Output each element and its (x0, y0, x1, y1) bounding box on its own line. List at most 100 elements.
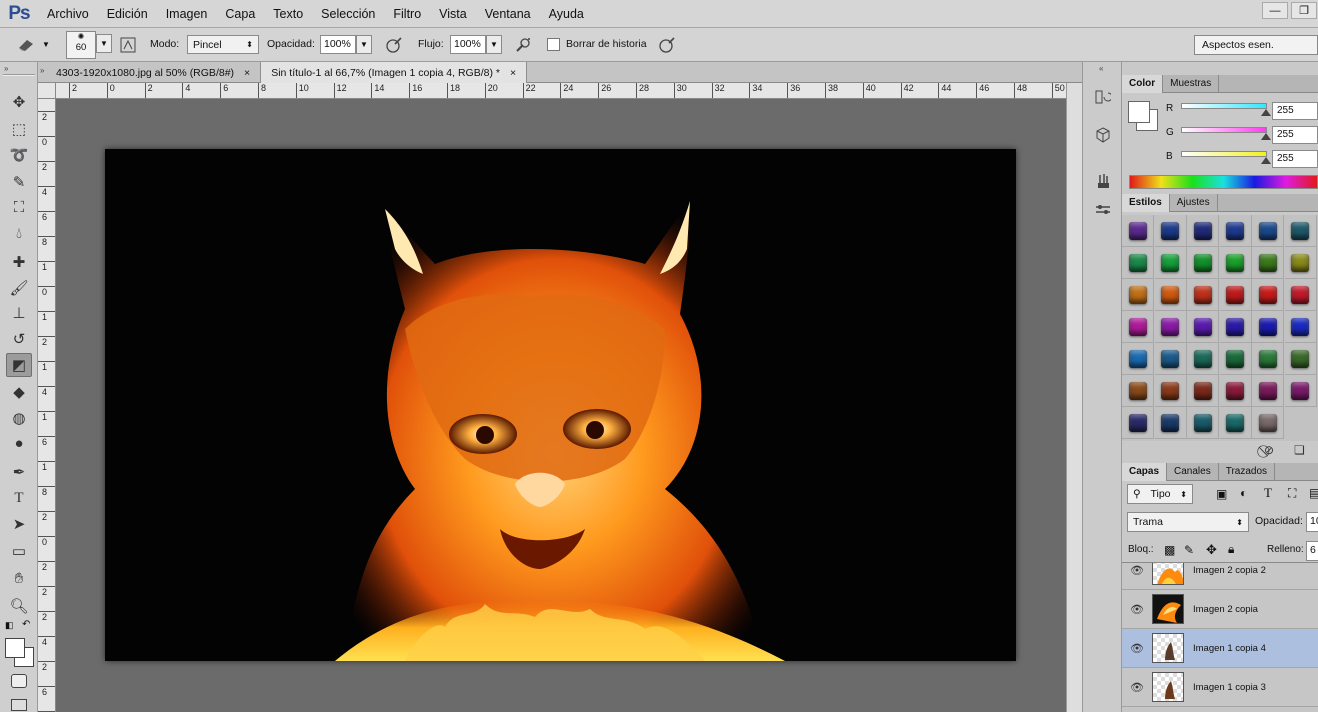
style-swatch[interactable] (1154, 247, 1187, 279)
eraser-tool-preset-icon[interactable] (14, 33, 38, 57)
lock-transparency-icon[interactable]: ▩ (1164, 543, 1175, 557)
style-swatch[interactable] (1219, 407, 1252, 439)
foreground-color-swatch[interactable] (1128, 101, 1150, 123)
menu-item-filtro[interactable]: Filtro (384, 0, 430, 28)
menu-item-ventana[interactable]: Ventana (476, 0, 540, 28)
flow-dropdown[interactable]: ▼ (486, 35, 502, 54)
document-tab-2[interactable]: Sin título-1 al 66,7% (Imagen 1 copia 4,… (261, 62, 528, 83)
move-tool-icon[interactable]: ✥ (6, 90, 32, 114)
style-swatch[interactable] (1252, 279, 1284, 311)
panel-tab-muestras[interactable]: Muestras (1163, 75, 1220, 93)
menu-item-texto[interactable]: Texto (264, 0, 312, 28)
lasso-tool-icon[interactable]: ➰ (6, 143, 32, 167)
hand-tool-icon[interactable]: ✋︎ (6, 566, 32, 590)
style-swatch[interactable] (1284, 375, 1317, 407)
brush-presets-icon[interactable] (1092, 198, 1114, 220)
style-swatch[interactable] (1187, 343, 1219, 375)
eye-icon[interactable]: 👁︎ (1122, 681, 1152, 694)
style-swatch[interactable] (1187, 215, 1219, 247)
style-swatch[interactable] (1284, 311, 1317, 343)
style-swatch[interactable] (1219, 247, 1252, 279)
style-swatch[interactable] (1154, 343, 1187, 375)
style-swatch[interactable] (1187, 247, 1219, 279)
color-spectrum-ramp[interactable] (1129, 175, 1318, 189)
foreground-color-chip[interactable] (5, 638, 25, 658)
blur-tool-icon[interactable]: ◍ (6, 406, 32, 430)
opacity-input[interactable]: 100% (320, 35, 356, 54)
slider-handle[interactable] (1261, 109, 1271, 116)
expand-arrows-icon[interactable]: » (40, 66, 44, 75)
style-swatch[interactable] (1252, 247, 1284, 279)
panel-tab-color[interactable]: Color (1122, 75, 1164, 93)
paint-bucket-icon[interactable]: ◆ (6, 380, 32, 404)
eye-icon[interactable]: 👁︎ (1122, 642, 1152, 655)
style-swatch[interactable] (1122, 343, 1154, 375)
style-swatch[interactable] (1187, 311, 1219, 343)
style-swatch[interactable] (1219, 343, 1252, 375)
dodge-tool-icon[interactable]: ● (6, 431, 32, 455)
chevron-down-icon[interactable]: ▼ (42, 40, 50, 49)
lock-position-icon[interactable]: ✥ (1206, 542, 1217, 558)
panel-tab-trazados[interactable]: Trazados (1219, 463, 1276, 481)
shape-layer-filter-icon[interactable]: ⛶ (1288, 486, 1296, 501)
menu-item-imagen[interactable]: Imagen (157, 0, 217, 28)
brush-size-picker[interactable]: ✺ 60 (66, 31, 96, 59)
quick-selection-icon[interactable]: ✎ (6, 170, 32, 194)
menu-item-vista[interactable]: Vista (430, 0, 476, 28)
pixel-layer-filter-icon[interactable]: ▣ (1216, 487, 1227, 501)
style-swatch[interactable] (1154, 407, 1187, 439)
airbrush-pressure-icon[interactable] (382, 33, 406, 57)
panel-tab-estilos[interactable]: Estilos (1122, 194, 1170, 212)
style-swatch[interactable] (1122, 279, 1154, 311)
eraser-tool-icon[interactable]: ◩ (6, 353, 32, 377)
lock-pixels-icon[interactable]: ✎ (1184, 543, 1194, 557)
document-canvas[interactable] (105, 149, 1016, 661)
layer-row[interactable]: 👁︎ Imagen 1 copia 3 (1122, 668, 1318, 707)
style-swatch[interactable] (1284, 279, 1317, 311)
mode-select[interactable]: Pincel ⬍ (187, 35, 259, 54)
style-swatch[interactable] (1219, 279, 1252, 311)
flow-input[interactable]: 100% (450, 35, 486, 54)
brush-picker-dropdown[interactable]: ▼ (96, 34, 112, 53)
style-swatch[interactable] (1252, 215, 1284, 247)
style-swatch[interactable] (1187, 375, 1219, 407)
crop-tool-icon[interactable]: ⛶ (6, 195, 32, 219)
slider-handle[interactable] (1261, 157, 1271, 164)
style-swatch[interactable] (1252, 407, 1284, 439)
type-tool-icon[interactable]: T (6, 486, 32, 510)
layer-row[interactable]: 👁︎ Imagen 2 copia (1122, 590, 1318, 629)
opacity-dropdown[interactable]: ▼ (356, 35, 372, 54)
no-style-icon[interactable]: ⊘ (1264, 443, 1274, 457)
menu-item-capa[interactable]: Capa (216, 0, 264, 28)
swap-colors-icon[interactable]: ↶ (22, 619, 30, 630)
layer-opacity-input[interactable]: 10 (1306, 512, 1318, 532)
pen-tool-icon[interactable]: ✒ (6, 460, 32, 484)
blend-mode-select[interactable]: Trama ⬍ (1127, 512, 1249, 532)
style-swatch[interactable] (1219, 215, 1252, 247)
style-swatch[interactable] (1154, 375, 1187, 407)
style-swatch[interactable] (1284, 215, 1317, 247)
style-swatch[interactable] (1187, 279, 1219, 311)
channel-value-b[interactable]: 255 (1272, 150, 1318, 168)
workspace-switcher[interactable]: Aspectos esen. (1194, 35, 1318, 55)
minimize-icon[interactable]: — (1262, 2, 1288, 19)
quick-mask-icon[interactable] (11, 674, 27, 688)
history-brush-icon[interactable]: ↺ (6, 327, 32, 351)
zoom-tool-icon[interactable]: 🔍︎ (6, 594, 32, 618)
collapse-arrows-icon[interactable]: » (4, 64, 8, 73)
document-tab-1[interactable]: 4303-1920x1080.jpg al 50% (RGB/8#) × (46, 62, 262, 83)
brush-tool-icon[interactable]: 🖌︎ (6, 276, 32, 300)
channel-value-r[interactable]: 255 (1272, 102, 1318, 120)
menu-item-edición[interactable]: Edición (98, 0, 157, 28)
3d-panel-icon[interactable] (1092, 124, 1114, 146)
toolbox-grip[interactable] (3, 74, 35, 76)
channel-slider-g[interactable] (1181, 127, 1267, 133)
collapse-arrows-icon[interactable]: « (1099, 64, 1103, 73)
style-swatch[interactable] (1154, 311, 1187, 343)
style-swatch[interactable] (1284, 247, 1317, 279)
airbrush-icon[interactable] (511, 33, 535, 57)
style-swatch[interactable] (1122, 247, 1154, 279)
channel-value-g[interactable]: 255 (1272, 126, 1318, 144)
eye-icon[interactable]: 👁︎ (1122, 564, 1152, 577)
screen-mode-icon[interactable] (11, 699, 27, 711)
